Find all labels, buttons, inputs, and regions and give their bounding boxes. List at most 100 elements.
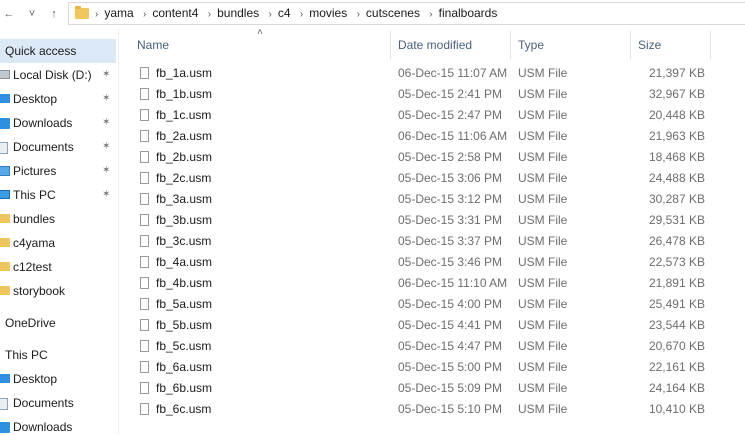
- file-row[interactable]: fb_6a.usm 05-Dec-15 5:00 PM USM File 22,161…: [133, 357, 723, 378]
- breadcrumb-item[interactable]: cutscenes: [366, 6, 420, 20]
- column-header-type[interactable]: Type: [518, 29, 544, 61]
- file-size: 20,670 KB: [648, 339, 705, 353]
- file-row[interactable]: fb_1c.usm 05-Dec-15 2:47 PM USM File 20,448…: [133, 105, 723, 126]
- file-size: 21,397 KB: [648, 66, 705, 80]
- nav-item-storybook[interactable]: storybook: [0, 279, 116, 303]
- file-row[interactable]: fb_5c.usm 05-Dec-15 4:47 PM USM File 20,670…: [133, 336, 723, 357]
- nav-item-quick-access[interactable]: Quick access: [0, 39, 116, 63]
- breadcrumb-item[interactable]: content4: [152, 6, 198, 20]
- file-row[interactable]: fb_5a.usm 05-Dec-15 4:00 PM USM File 25,491…: [133, 294, 723, 315]
- pictures-icon: [0, 166, 10, 176]
- file-type: USM File: [518, 87, 568, 101]
- file-size: 21,891 KB: [648, 276, 705, 290]
- file-name: fb_6c.usm: [156, 402, 212, 416]
- address-box[interactable]: › yama › content4 › bundles › c4 › movies › cu…: [68, 2, 745, 25]
- file-row[interactable]: fb_5b.usm 05-Dec-15 4:41 PM USM File 23,544…: [133, 315, 723, 336]
- nav-item-label: c4yama: [13, 236, 56, 250]
- file-row[interactable]: fb_2b.usm 05-Dec-15 2:58 PM USM File 18,468…: [133, 147, 723, 168]
- breadcrumb-item[interactable]: movies: [309, 6, 347, 20]
- file-icon: [140, 172, 149, 184]
- column-divider[interactable]: [630, 31, 631, 59]
- nav-item-downloads[interactable]: Downloads ✶: [0, 111, 116, 135]
- file-name: fb_2b.usm: [156, 150, 213, 164]
- nav-item-local-disk[interactable]: Local Disk (D:) ✶: [0, 63, 116, 87]
- file-name: fb_6b.usm: [156, 381, 213, 395]
- file-size: 10,410 KB: [648, 402, 705, 416]
- file-type: USM File: [518, 129, 568, 143]
- column-divider[interactable]: [510, 31, 511, 59]
- breadcrumb-item[interactable]: bundles: [217, 6, 259, 20]
- breadcrumb-separator-icon[interactable]: ›: [269, 9, 272, 20]
- breadcrumb-separator-icon[interactable]: ›: [143, 9, 146, 20]
- back-arrow-icon[interactable]: ←: [0, 5, 18, 23]
- file-type: USM File: [518, 381, 568, 395]
- breadcrumb-separator-icon[interactable]: ›: [357, 9, 360, 20]
- column-header-date-modified[interactable]: Date modified: [398, 29, 472, 61]
- file-size: 22,161 KB: [648, 360, 705, 374]
- breadcrumb-separator-icon[interactable]: ›: [208, 9, 211, 20]
- file-date-modified: 06-Dec-15 11:10 AM: [398, 276, 508, 290]
- nav-item-pc-downloads[interactable]: Downloads: [0, 415, 116, 435]
- file-name: fb_6a.usm: [156, 360, 213, 374]
- file-row[interactable]: fb_2a.usm 06-Dec-15 11:06 AM USM File 21,96…: [133, 126, 723, 147]
- file-row[interactable]: fb_1a.usm 06-Dec-15 11:07 AM USM File 21,39…: [133, 63, 723, 84]
- file-row[interactable]: fb_3a.usm 05-Dec-15 3:12 PM USM File 30,287…: [133, 189, 723, 210]
- breadcrumb: › yama › content4 › bundles › c4 › movies › cu…: [89, 3, 497, 24]
- file-type: USM File: [518, 402, 568, 416]
- file-type: USM File: [518, 360, 568, 374]
- up-arrow-icon[interactable]: ↑: [45, 5, 63, 23]
- file-row[interactable]: fb_1b.usm 05-Dec-15 2:41 PM USM File 32,967…: [133, 84, 723, 105]
- file-type: USM File: [518, 318, 568, 332]
- pin-icon: ✶: [102, 93, 111, 104]
- file-name: fb_1c.usm: [156, 108, 212, 122]
- file-row[interactable]: fb_3c.usm 05-Dec-15 3:37 PM USM File 26,478…: [133, 231, 723, 252]
- file-type: USM File: [518, 192, 568, 206]
- file-row[interactable]: fb_4b.usm 06-Dec-15 11:10 AM USM File 21,89…: [133, 273, 723, 294]
- column-header-name[interactable]: Name: [137, 29, 169, 61]
- file-type: USM File: [518, 255, 568, 269]
- nav-item-label: This PC: [5, 348, 48, 362]
- nav-item-desktop[interactable]: Desktop ✶: [0, 87, 116, 111]
- pin-icon: ✶: [102, 117, 111, 128]
- recent-locations-chevron-icon[interactable]: ˅: [23, 5, 41, 23]
- file-date-modified: 05-Dec-15 5:10 PM: [398, 402, 503, 416]
- nav-item-c12test[interactable]: c12test: [0, 255, 116, 279]
- nav-item-this-pc[interactable]: This PC: [0, 343, 116, 367]
- breadcrumb-item[interactable]: c4: [278, 6, 291, 20]
- nav-item-documents[interactable]: Documents ✶: [0, 135, 116, 159]
- file-type: USM File: [518, 108, 568, 122]
- file-row[interactable]: fb_6b.usm 05-Dec-15 5:09 PM USM File 24,164…: [133, 378, 723, 399]
- file-type: USM File: [518, 171, 568, 185]
- breadcrumb-item[interactable]: finalboards: [439, 6, 498, 20]
- file-row[interactable]: fb_4a.usm 05-Dec-15 3:46 PM USM File 22,573…: [133, 252, 723, 273]
- nav-item-pc-documents[interactable]: Documents: [0, 391, 116, 415]
- breadcrumb-separator-icon[interactable]: ›: [429, 9, 432, 20]
- file-row[interactable]: fb_2c.usm 05-Dec-15 3:06 PM USM File 24,488…: [133, 168, 723, 189]
- nav-item-c4yama[interactable]: c4yama: [0, 231, 116, 255]
- file-date-modified: 05-Dec-15 3:46 PM: [398, 255, 503, 269]
- navigation-pane: Quick access Local Disk (D:) ✶ Desktop ✶…: [0, 29, 119, 435]
- breadcrumb-separator-icon[interactable]: ›: [300, 9, 303, 20]
- file-icon: [140, 88, 149, 100]
- file-row[interactable]: fb_6c.usm 05-Dec-15 5:10 PM USM File 10,410…: [133, 399, 723, 420]
- file-name: fb_4a.usm: [156, 255, 213, 269]
- nav-item-onedrive[interactable]: OneDrive: [0, 311, 116, 335]
- drive-icon: [0, 70, 10, 79]
- file-name: fb_2a.usm: [156, 129, 213, 143]
- nav-item-label: OneDrive: [5, 316, 56, 330]
- column-divider[interactable]: [710, 31, 711, 59]
- nav-item-pc-desktop[interactable]: Desktop: [0, 367, 116, 391]
- folder-icon: [75, 6, 89, 19]
- nav-item-this-pc-pinned[interactable]: This PC ✶: [0, 183, 116, 207]
- file-row[interactable]: fb_3b.usm 05-Dec-15 3:31 PM USM File 29,531…: [133, 210, 723, 231]
- breadcrumb-item[interactable]: yama: [104, 6, 133, 20]
- nav-item-bundles[interactable]: bundles: [0, 207, 116, 231]
- nav-item-label: This PC: [13, 188, 56, 202]
- file-size: 24,488 KB: [648, 171, 705, 185]
- breadcrumb-separator-icon[interactable]: ›: [95, 9, 98, 20]
- column-header-size[interactable]: Size: [638, 29, 661, 61]
- file-size: 29,531 KB: [648, 213, 705, 227]
- nav-item-pictures[interactable]: Pictures ✶: [0, 159, 116, 183]
- column-divider[interactable]: [390, 31, 391, 59]
- file-date-modified: 05-Dec-15 3:31 PM: [398, 213, 503, 227]
